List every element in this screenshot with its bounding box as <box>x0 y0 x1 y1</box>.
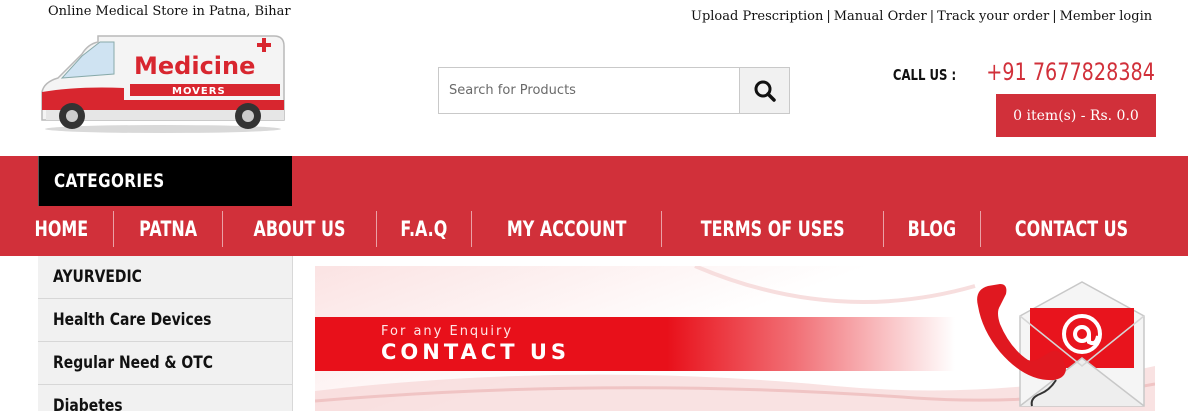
nav-blog[interactable]: BLOG <box>898 210 966 248</box>
nav-my-account[interactable]: MY ACCOUNT <box>486 210 647 248</box>
contact-banner: For any Enquiry CONTACT US <box>315 266 1155 411</box>
call-us: CALL US : +91 7677828384 <box>875 58 1155 86</box>
banner-subtitle: For any Enquiry <box>381 324 514 339</box>
nav-home[interactable]: HOME <box>24 210 99 248</box>
tagline: Online Medical Store in Patna, Bihar <box>48 4 291 19</box>
logo-brand-text: Medicine <box>134 52 255 80</box>
site-logo[interactable]: Medicine MOVERS <box>38 30 290 134</box>
nav-divider <box>660 211 662 247</box>
category-item-regular-need-otc[interactable]: Regular Need & OTC <box>38 342 292 385</box>
nav-my-account-label[interactable]: MY ACCOUNT <box>494 217 638 241</box>
category-item-ayurvedic[interactable]: AYURVEDIC <box>38 256 292 299</box>
nav-terms-label[interactable]: TERMS OF USES <box>688 217 856 241</box>
manual-order-link[interactable]: Manual Order <box>834 9 927 24</box>
nav-contact-us[interactable]: CONTACT US <box>995 210 1148 248</box>
categories-header: CATEGORIES <box>38 156 292 206</box>
category-item-health-care-devices[interactable]: Health Care Devices <box>38 299 292 342</box>
categories-title: CATEGORIES <box>54 170 165 192</box>
category-label: AYURVEDIC <box>53 267 142 287</box>
nav-patna-label[interactable]: PATNA <box>127 217 209 241</box>
category-item-diabetes[interactable]: Diabetes <box>38 385 292 411</box>
category-label: Health Care Devices <box>53 310 212 330</box>
nav-divider <box>470 211 472 247</box>
nav-blog-label[interactable]: BLOG <box>896 217 969 241</box>
banner-title: CONTACT US <box>381 340 571 364</box>
banner-illustration <box>977 281 1145 407</box>
nav-divider <box>979 211 981 247</box>
nav-divider <box>221 211 223 247</box>
phone-number[interactable]: +91 7677828384 <box>986 58 1155 86</box>
nav-about-us-label[interactable]: ABOUT US <box>241 217 357 241</box>
nav-divider <box>375 211 377 247</box>
nav-home-label[interactable]: HOME <box>22 217 100 241</box>
search-bar <box>438 67 790 114</box>
logo-brand-subtext: MOVERS <box>172 86 226 97</box>
ambulance-logo-icon: Medicine MOVERS <box>41 35 285 133</box>
nav-divider <box>112 211 114 247</box>
upload-prescription-link[interactable]: Upload Prescription <box>691 9 823 24</box>
link-separator: | <box>826 9 831 24</box>
top-links: Upload Prescription | Manual Order | Track y… <box>691 9 1152 24</box>
nav-about-us[interactable]: ABOUT US <box>237 210 362 248</box>
nav-faq-label[interactable]: F.A.Q <box>388 217 459 241</box>
link-separator: | <box>1052 9 1057 24</box>
email-envelope-icon <box>1019 281 1145 407</box>
categories-sidebar: AYURVEDIC Health Care Devices Regular Ne… <box>38 256 293 411</box>
cart-button[interactable]: 0 item(s) - Rs. 0.0 <box>996 94 1156 137</box>
search-button[interactable] <box>739 68 789 113</box>
nav-divider <box>883 211 885 247</box>
nav-terms[interactable]: TERMS OF USES <box>676 210 869 248</box>
track-order-link[interactable]: Track your order <box>937 9 1049 24</box>
main-menu: HOME PATNA ABOUT US F.A.Q MY ACCOUNT TER… <box>24 210 1148 248</box>
call-us-label: CALL US : <box>892 66 957 84</box>
nav-contact-us-label[interactable]: CONTACT US <box>1003 217 1141 241</box>
link-separator: | <box>929 9 935 24</box>
nav-patna[interactable]: PATNA <box>128 210 208 248</box>
search-icon <box>754 80 776 102</box>
member-login-link[interactable]: Member login <box>1060 9 1153 24</box>
nav-faq[interactable]: F.A.Q <box>391 210 457 248</box>
category-label: Diabetes <box>53 396 123 411</box>
category-label: Regular Need & OTC <box>53 353 214 373</box>
search-input[interactable] <box>439 68 740 113</box>
